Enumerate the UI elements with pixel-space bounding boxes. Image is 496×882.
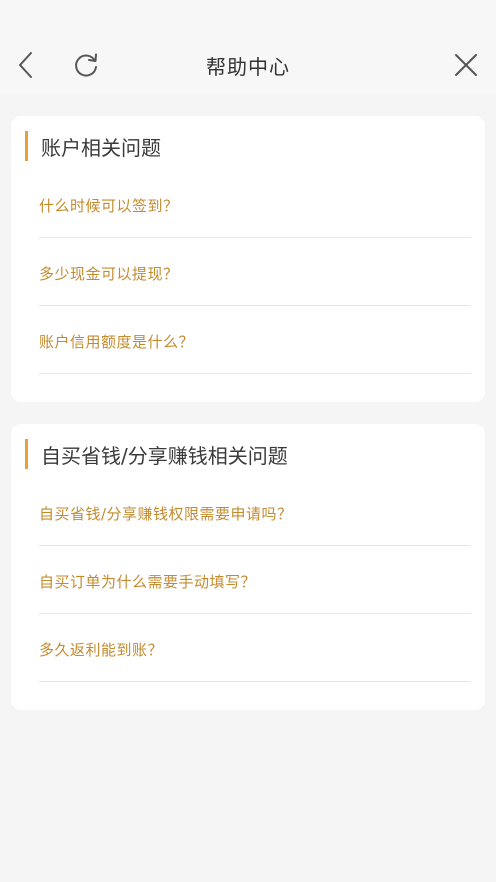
refresh-icon bbox=[75, 53, 97, 77]
section-header: 自买省钱/分享赚钱相关问题 bbox=[25, 438, 471, 470]
section-header: 账户相关问题 bbox=[25, 130, 471, 162]
section-title: 账户相关问题 bbox=[41, 135, 161, 160]
faq-question: 自买订单为什么需要手动填写？ bbox=[39, 573, 257, 591]
accent-bar bbox=[25, 439, 28, 469]
chevron-left-icon bbox=[19, 52, 32, 78]
faq-item-sign-in[interactable]: 什么时候可以签到？ bbox=[39, 170, 471, 238]
nav-bar: 帮助中心 bbox=[0, 36, 496, 94]
faq-item-permission[interactable]: 自买省钱/分享赚钱权限需要申请吗？ bbox=[39, 478, 471, 546]
section-title: 自买省钱/分享赚钱相关问题 bbox=[41, 443, 288, 468]
faq-question: 什么时候可以签到？ bbox=[39, 197, 179, 215]
faq-question: 多久返利能到账？ bbox=[39, 641, 164, 659]
accent-bar bbox=[25, 131, 28, 161]
help-content: 账户相关问题 什么时候可以签到？ 多少现金可以提现？ 账户信用额度是什么？ 自买… bbox=[0, 94, 496, 710]
refresh-button[interactable] bbox=[62, 36, 110, 94]
page-title: 帮助中心 bbox=[206, 54, 290, 79]
faq-item-withdraw[interactable]: 多少现金可以提现？ bbox=[39, 238, 471, 306]
faq-section-account: 账户相关问题 什么时候可以签到？ 多少现金可以提现？ 账户信用额度是什么？ bbox=[11, 116, 485, 402]
faq-item-manual-order[interactable]: 自买订单为什么需要手动填写？ bbox=[39, 546, 471, 614]
faq-item-rebate-time[interactable]: 多久返利能到账？ bbox=[39, 614, 471, 682]
faq-section-savings: 自买省钱/分享赚钱相关问题 自买省钱/分享赚钱权限需要申请吗？ 自买订单为什么需… bbox=[11, 424, 485, 710]
close-button[interactable] bbox=[442, 36, 490, 94]
faq-question: 多少现金可以提现？ bbox=[39, 265, 179, 283]
back-button[interactable] bbox=[2, 36, 50, 94]
faq-question: 自买省钱/分享赚钱权限需要申请吗？ bbox=[39, 505, 293, 523]
faq-question: 账户信用额度是什么？ bbox=[39, 333, 195, 351]
close-icon bbox=[455, 54, 477, 76]
status-bar bbox=[0, 0, 496, 36]
faq-item-credit-limit[interactable]: 账户信用额度是什么？ bbox=[39, 306, 471, 374]
